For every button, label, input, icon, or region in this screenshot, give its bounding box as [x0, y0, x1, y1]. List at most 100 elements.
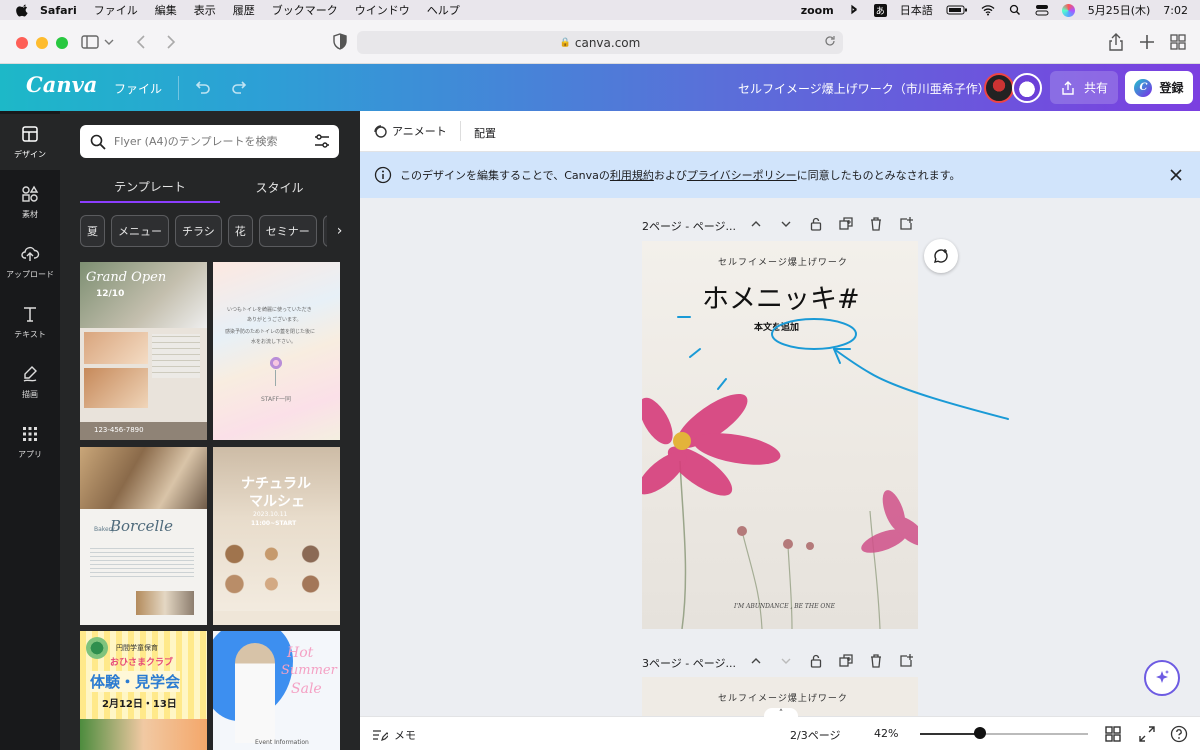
menu-edit[interactable]: 編集	[155, 2, 177, 18]
menu-help[interactable]: ヘルプ	[427, 2, 460, 18]
fullscreen-icon[interactable]	[1138, 725, 1156, 743]
new-tab-icon[interactable]	[1137, 32, 1157, 52]
privacy-shield-icon[interactable]	[330, 32, 350, 52]
avatar-collaborator[interactable]	[1012, 73, 1042, 103]
input-method-badge[interactable]: あ	[873, 3, 887, 17]
template-thumbnail[interactable]: いつもトイレを綺麗に使っていただき ありがとうございます。 感染予防のためトイレ…	[213, 262, 340, 440]
chip-flower[interactable]: 花	[227, 215, 253, 247]
help-icon[interactable]	[1170, 725, 1188, 743]
chevron-up-icon[interactable]: ˄	[764, 708, 798, 720]
add-page-icon[interactable]	[898, 653, 914, 669]
forward-icon[interactable]	[160, 32, 180, 52]
notes-button[interactable]: メモ	[372, 727, 416, 743]
close-icon[interactable]	[1168, 167, 1184, 183]
tab-styles[interactable]: スタイル	[220, 171, 339, 203]
rail-text[interactable]: テキスト	[0, 294, 60, 350]
page-footer[interactable]: I'M ABUNDANCE , BE THE ONE	[734, 603, 835, 610]
chevron-right-icon[interactable]: ›	[327, 215, 352, 247]
menu-bookmarks[interactable]: ブックマーク	[272, 2, 338, 18]
zoom-level[interactable]: 42%	[874, 727, 898, 740]
menu-history[interactable]: 履歴	[233, 2, 255, 18]
lock-icon[interactable]	[808, 653, 824, 669]
arrange-button[interactable]: 配置	[474, 125, 496, 141]
wifi-icon[interactable]	[981, 4, 995, 16]
chip-menu[interactable]: メニュー	[111, 215, 169, 247]
rail-elements[interactable]: 素材	[0, 174, 60, 230]
lock-icon[interactable]	[808, 216, 824, 232]
share-sheet-icon[interactable]	[1106, 32, 1126, 52]
file-menu-button[interactable]: ファイル	[114, 80, 162, 97]
page-label[interactable]: 3ページ - ページ...	[642, 655, 736, 671]
menu-file[interactable]: ファイル	[94, 2, 138, 18]
design-title[interactable]: セルフイメージ爆上げワーク（市川亜希子作）	[738, 80, 990, 97]
siri-icon[interactable]	[1061, 3, 1075, 17]
bluetooth-icon[interactable]	[847, 4, 861, 16]
tab-templates[interactable]: テンプレート	[80, 171, 220, 203]
page-subtitle[interactable]: セルフイメージ爆上げワーク	[718, 255, 848, 268]
rail-design[interactable]: デザイン	[0, 114, 60, 170]
zoom-slider[interactable]	[920, 727, 1088, 739]
add-comment-button[interactable]	[924, 239, 958, 273]
page-label[interactable]: 2ページ - ページ...	[642, 218, 736, 234]
chevron-up-icon[interactable]	[748, 653, 764, 669]
rail-draw[interactable]: 描画	[0, 354, 60, 410]
template-search[interactable]	[80, 125, 339, 158]
chevron-up-icon[interactable]	[748, 216, 764, 232]
undo-icon[interactable]	[192, 77, 212, 97]
chip-summer[interactable]: 夏	[80, 215, 105, 247]
page-counter[interactable]: 2/3ページ	[790, 727, 840, 743]
canva-logo[interactable]: Canva	[26, 72, 97, 97]
page-subtitle[interactable]: セルフイメージ爆上げワーク	[718, 691, 848, 704]
zoom-window-button[interactable]	[56, 37, 68, 49]
close-window-button[interactable]	[16, 37, 28, 49]
share-button[interactable]: 共有	[1050, 71, 1118, 104]
template-thumbnail[interactable]: ナチュラル マルシェ 2023.10.11 11:00~START	[213, 447, 340, 625]
grid-view-icon[interactable]	[1104, 725, 1122, 743]
duplicate-icon[interactable]	[838, 653, 854, 669]
terms-link[interactable]: 利用規約	[610, 167, 654, 183]
input-method-label[interactable]: 日本語	[900, 2, 933, 18]
rail-uploads[interactable]: アップロード	[0, 234, 60, 290]
back-icon[interactable]	[132, 32, 152, 52]
chevron-down-icon[interactable]	[778, 216, 794, 232]
minimize-window-button[interactable]	[36, 37, 48, 49]
spotlight-search-icon[interactable]	[1008, 4, 1022, 16]
drawing-annotation[interactable]	[670, 301, 1030, 421]
menubar-date[interactable]: 5月25日(木)	[1088, 2, 1151, 18]
duplicate-icon[interactable]	[838, 216, 854, 232]
sidebar-toggle-icon[interactable]	[80, 32, 100, 52]
design-page[interactable]: セルフイメージ爆上げワーク ホメニッキ# 本文を追加 I'M ABUNDANCE…	[642, 241, 918, 629]
battery-icon[interactable]	[946, 4, 968, 16]
trash-icon[interactable]	[868, 216, 884, 232]
template-thumbnail[interactable]: 円間学童保育 おひさまクラブ 体験・見学会 2月12日・13日	[80, 631, 207, 750]
template-thumbnail[interactable]: Bakery Borcelle	[80, 447, 207, 625]
menu-app-name[interactable]: Safari	[40, 4, 77, 17]
magic-assistant-button[interactable]	[1144, 660, 1180, 696]
redo-icon[interactable]	[230, 77, 250, 97]
template-thumbnail[interactable]: Hot Summer Sale Event Information	[213, 631, 340, 750]
address-bar[interactable]: 🔒 canva.com	[357, 31, 843, 54]
menu-view[interactable]: 表示	[194, 2, 216, 18]
menubar-time[interactable]: 7:02	[1163, 4, 1188, 17]
reload-icon[interactable]	[823, 34, 837, 48]
chevron-down-icon[interactable]	[102, 32, 116, 52]
control-center-icon[interactable]	[1035, 4, 1049, 16]
zoom-status[interactable]: zoom	[801, 4, 834, 17]
filter-icon[interactable]	[313, 132, 331, 150]
avatar[interactable]	[984, 73, 1014, 103]
apple-icon[interactable]	[16, 3, 30, 17]
chevron-down-icon[interactable]	[778, 653, 794, 669]
zoom-slider-handle[interactable]	[973, 727, 986, 739]
trash-icon[interactable]	[868, 653, 884, 669]
template-thumbnail[interactable]: Grand Open 12/10 123-456-7890	[80, 262, 207, 440]
search-input[interactable]	[114, 135, 304, 148]
menu-window[interactable]: ウインドウ	[355, 2, 410, 18]
animate-button[interactable]: アニメート	[372, 123, 447, 139]
chip-flyer[interactable]: チラシ	[175, 215, 222, 247]
signup-button[interactable]: C 登録	[1125, 71, 1193, 104]
privacy-link[interactable]: プライバシーポリシー	[687, 167, 797, 183]
chip-seminar[interactable]: セミナー	[258, 215, 317, 247]
add-page-icon[interactable]	[898, 216, 914, 232]
tab-overview-icon[interactable]	[1168, 32, 1188, 52]
rail-apps[interactable]: アプリ	[0, 414, 60, 470]
